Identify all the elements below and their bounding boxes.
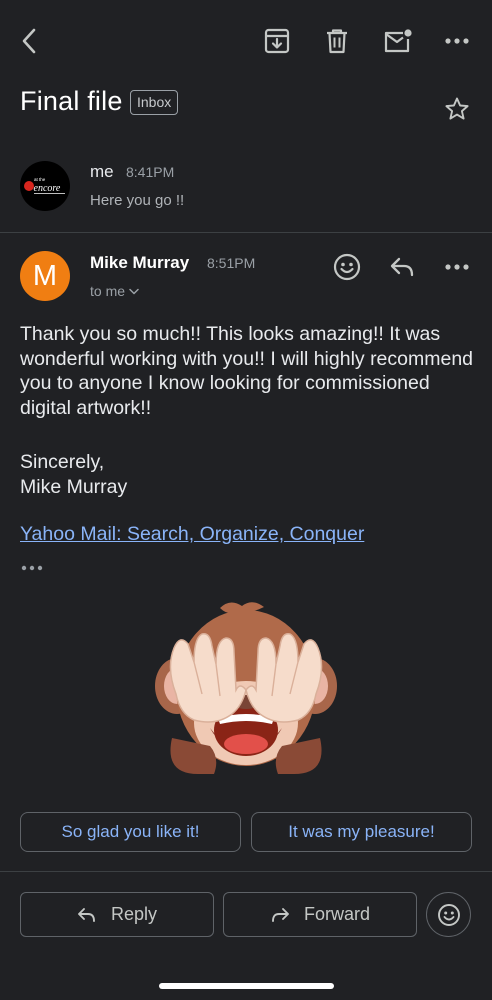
forward-button[interactable]: Forward: [223, 892, 417, 937]
message-snippet[interactable]: Here you go !!: [90, 192, 184, 209]
reply-icon: [390, 257, 414, 277]
recipient-details-toggle[interactable]: to me: [90, 283, 139, 299]
forward-label: Forward: [303, 904, 370, 924]
svg-text:at the: at the: [34, 177, 46, 182]
more-horizontal-icon: [445, 264, 469, 270]
more-horizontal-icon: [21, 565, 43, 571]
react-emoji-button[interactable]: [426, 892, 471, 937]
emoji-icon: [437, 903, 460, 926]
star-button[interactable]: [440, 92, 474, 126]
reply-label: Reply: [110, 904, 158, 924]
back-button[interactable]: [12, 24, 46, 58]
message-time: 8:51PM: [207, 255, 256, 271]
mail-unread-icon: [384, 29, 412, 53]
delete-button[interactable]: [320, 24, 354, 58]
message-divider: [0, 232, 492, 233]
emoji-icon: [333, 253, 361, 281]
add-reaction-button[interactable]: [330, 250, 364, 284]
sender-avatar-encore: at the encore: [20, 161, 70, 211]
more-options-button[interactable]: [440, 24, 474, 58]
signoff-line: Sincerely,: [20, 451, 105, 473]
archive-icon: [264, 28, 290, 54]
mark-unread-button[interactable]: [380, 24, 416, 58]
star-icon: [445, 97, 469, 120]
yahoo-mail-link[interactable]: Yahoo Mail: Search, Organize, Conquer: [20, 523, 364, 546]
encore-logo-icon: at the encore: [24, 177, 65, 194]
archive-button[interactable]: [260, 24, 294, 58]
chevron-left-icon: [22, 28, 36, 54]
signoff: Sincerely, Mike Murray: [20, 450, 127, 499]
actions-divider: [0, 871, 492, 872]
message-time: 8:41PM: [126, 164, 175, 180]
reply-icon: [78, 907, 95, 922]
message-body: Thank you so much!! This looks amazing!!…: [20, 323, 474, 419]
message-more-button[interactable]: [440, 250, 474, 284]
sender-name: me: [90, 162, 114, 181]
sender-name: Mike Murray: [90, 253, 190, 272]
inbox-label-chip[interactable]: Inbox: [130, 90, 179, 115]
home-indicator: [159, 983, 334, 989]
svg-text:encore: encore: [34, 183, 61, 194]
email-subject: Final file: [20, 86, 123, 116]
reply-icon-button[interactable]: [385, 250, 419, 284]
reply-button[interactable]: Reply: [20, 892, 214, 937]
smart-reply-chip[interactable]: It was my pleasure!: [251, 812, 472, 852]
smart-reply-chip[interactable]: So glad you like it!: [20, 812, 241, 852]
recipient-label: to me: [90, 283, 126, 299]
show-trimmed-content-button[interactable]: [20, 560, 46, 576]
see-no-evil-monkey-emoji: [155, 602, 337, 774]
sender-avatar: M: [20, 251, 70, 301]
signature-name: Mike Murray: [20, 475, 128, 498]
trash-icon: [327, 29, 347, 54]
forward-icon: [272, 907, 289, 922]
chevron-down-icon: [129, 288, 139, 294]
more-horizontal-icon: [445, 38, 469, 44]
